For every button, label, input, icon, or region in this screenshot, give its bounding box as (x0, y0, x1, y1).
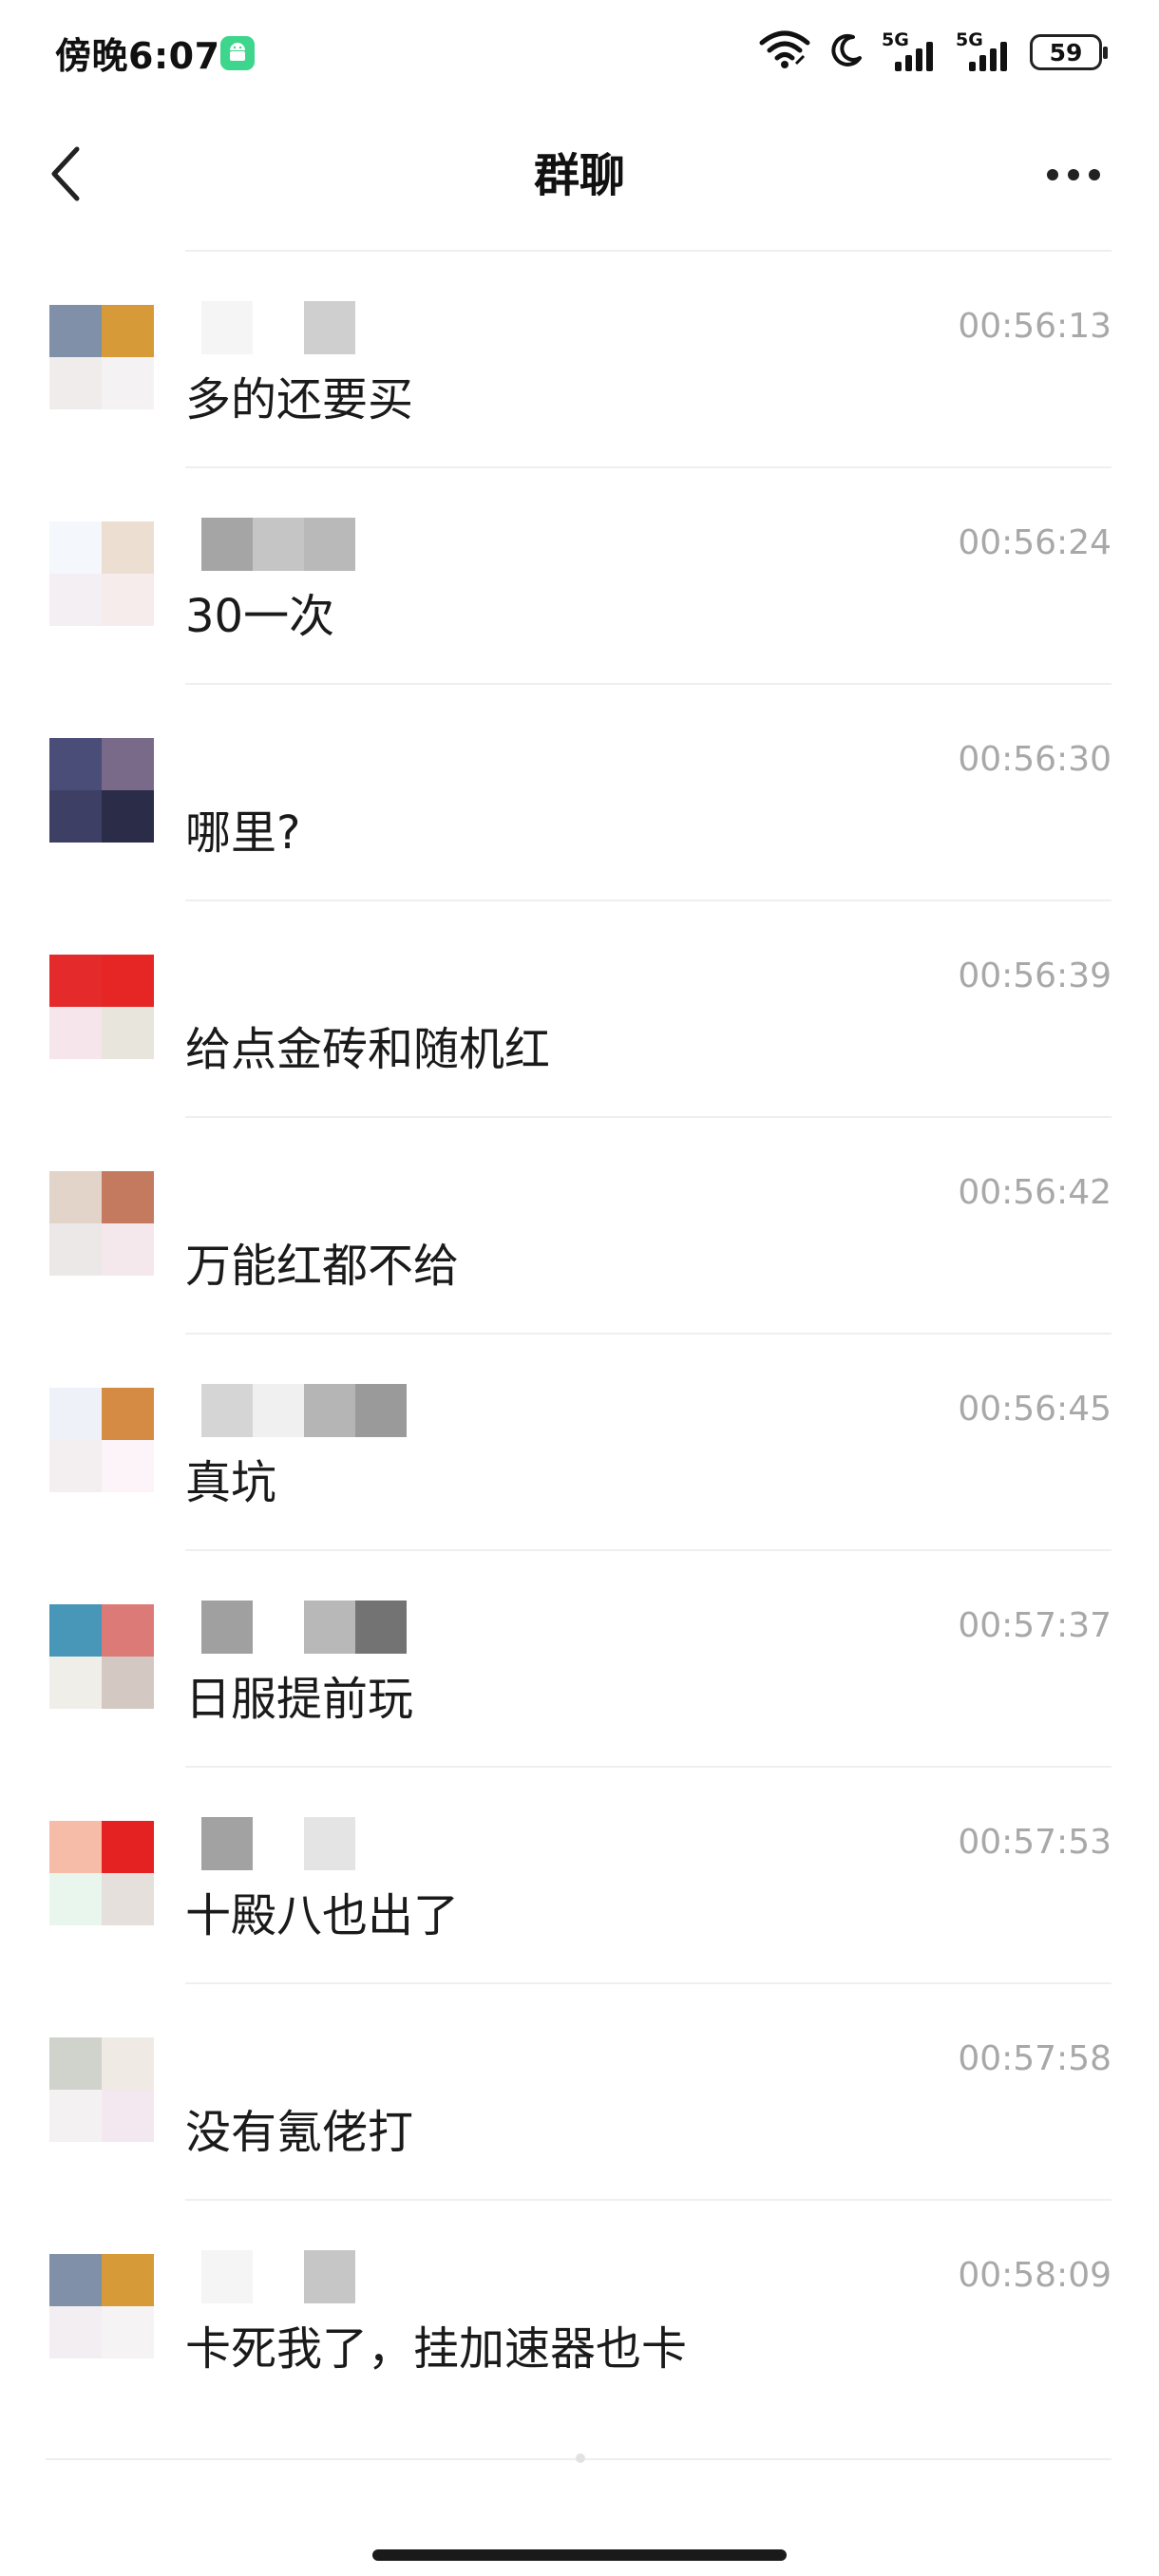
avatar[interactable] (49, 1821, 154, 1925)
message-text: 哪里? (185, 806, 301, 860)
more-button[interactable] (1026, 133, 1121, 218)
sender-name-redacted (201, 2250, 355, 2303)
status-icons: 5G 5G 59 (758, 28, 1108, 76)
message-time: 00:57:58 (958, 2039, 1112, 2078)
message-text: 日服提前玩 (185, 1673, 414, 1726)
avatar[interactable] (49, 2254, 154, 2358)
message-time: 00:56:45 (958, 1390, 1112, 1429)
avatar[interactable] (49, 1604, 154, 1709)
list-item[interactable]: 00:56:39 给点金砖和随机红 (0, 901, 1159, 1118)
status-bar: 傍晚6:07 5G 5G 59 (0, 0, 1159, 104)
sender-name-redacted (201, 301, 355, 354)
list-item[interactable]: 00:57:58 没有氪佬打 (0, 1984, 1159, 2201)
message-time: 00:58:09 (958, 2256, 1112, 2295)
list-end-dot (576, 2453, 585, 2463)
nav-bar: 群聊 (0, 104, 1159, 252)
moon-icon (828, 31, 864, 73)
message-time: 00:56:13 (958, 307, 1112, 346)
sender-name-redacted (201, 1384, 407, 1437)
sender-name-redacted (201, 518, 407, 571)
message-text: 万能红都不给 (185, 1240, 460, 1293)
network-type-1: 5G (882, 29, 909, 50)
home-indicator[interactable] (372, 2549, 787, 2561)
message-text: 30一次 (185, 590, 335, 643)
message-time: 00:56:42 (958, 1173, 1112, 1212)
message-text: 真坑 (185, 1456, 277, 1509)
signal-icon-1: 5G (882, 29, 939, 73)
network-type-2: 5G (956, 29, 983, 50)
message-text: 十殿八也出了 (185, 1889, 460, 1942)
message-time: 00:56:30 (958, 740, 1112, 779)
message-time: 00:57:53 (958, 1823, 1112, 1862)
avatar[interactable] (49, 738, 154, 843)
message-text: 没有氪佬打 (185, 2106, 414, 2159)
message-text: 多的还要买 (185, 373, 414, 426)
battery-level: 59 (1049, 38, 1083, 66)
avatar[interactable] (49, 955, 154, 1059)
list-item[interactable]: 00:56:24 30一次 (0, 468, 1159, 685)
message-time: 00:57:37 (958, 1606, 1112, 1645)
list-item[interactable]: 00:56:45 真坑 (0, 1335, 1159, 1551)
list-item[interactable]: 00:57:53 十殿八也出了 (0, 1768, 1159, 1984)
avatar[interactable] (49, 1388, 154, 1492)
list-item[interactable]: 00:57:37 日服提前玩 (0, 1551, 1159, 1768)
list-item[interactable]: 00:56:42 万能红都不给 (0, 1118, 1159, 1335)
avatar[interactable] (49, 1171, 154, 1276)
status-time: 傍晚6:07 (55, 35, 220, 77)
sender-name-redacted (201, 1601, 407, 1654)
message-time: 00:56:39 (958, 957, 1112, 995)
list-item[interactable]: 00:58:09 卡死我了，挂加速器也卡 (0, 2201, 1159, 2417)
list-item[interactable]: 00:56:13 多的还要买 (0, 252, 1159, 468)
message-text: 给点金砖和随机红 (185, 1023, 551, 1076)
avatar[interactable] (49, 2037, 154, 2142)
signal-icon-2: 5G (956, 29, 1013, 73)
more-horizontal-icon (1045, 167, 1102, 185)
android-icon (220, 36, 255, 70)
battery-icon: 59 (1030, 34, 1108, 70)
message-time: 00:56:24 (958, 523, 1112, 562)
wifi-icon (758, 29, 811, 75)
page-title: 群聊 (533, 149, 625, 202)
avatar[interactable] (49, 305, 154, 409)
avatar[interactable] (49, 521, 154, 626)
message-text: 卡死我了，挂加速器也卡 (185, 2322, 688, 2376)
list-item[interactable]: 00:56:30 哪里? (0, 685, 1159, 901)
sender-name-redacted (201, 1817, 355, 1870)
